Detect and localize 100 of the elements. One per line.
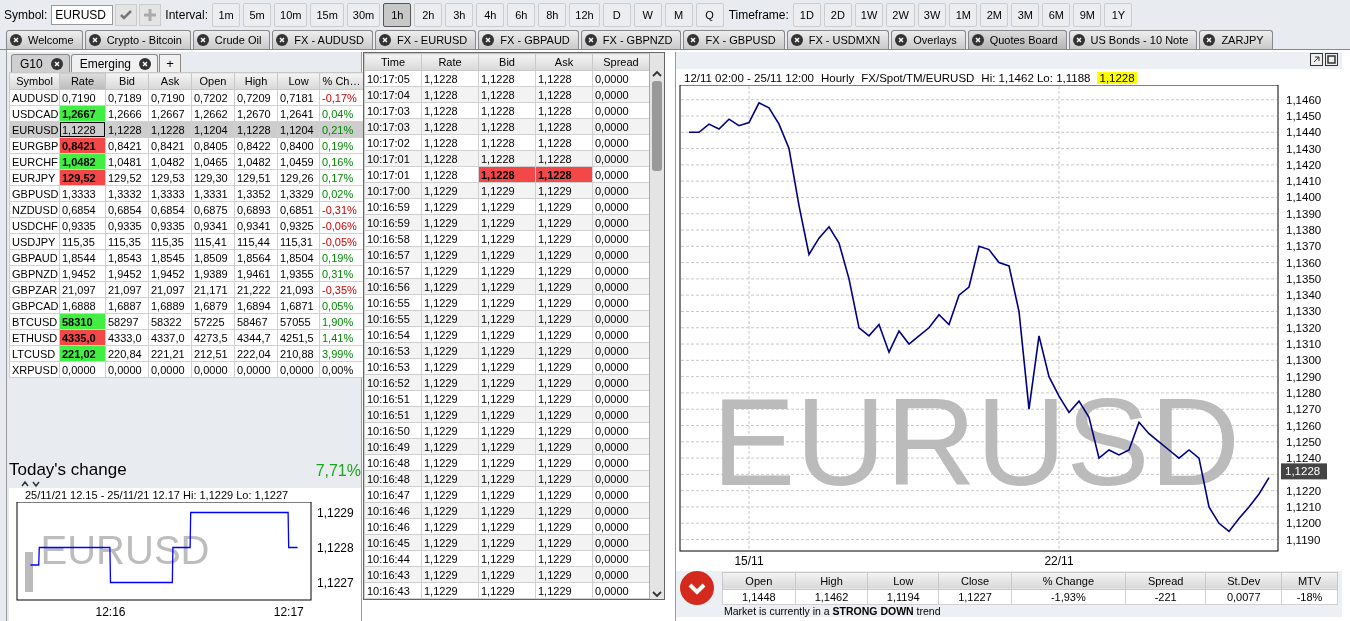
interval-button[interactable]: 3h — [445, 2, 474, 27]
maximize-icon[interactable] — [1325, 53, 1338, 66]
column-header[interactable]: Bid — [105, 72, 149, 90]
table-cell: 212,51 — [191, 345, 235, 362]
interval-button[interactable]: 6h — [507, 2, 536, 27]
close-icon[interactable] — [88, 34, 101, 46]
add-tab-button[interactable]: + — [159, 54, 182, 72]
table-cell: 1,3333 — [148, 185, 192, 202]
interval-button[interactable]: M — [664, 2, 693, 27]
table-cell: 4273,5 — [191, 329, 235, 346]
interval-button[interactable]: 8h — [538, 2, 567, 27]
document-tab[interactable]: US Bonds - 10 Note — [1068, 30, 1198, 49]
table-cell: 0,0000 — [277, 361, 320, 378]
interval-button[interactable]: 12h — [569, 2, 600, 27]
table-cell: 222,04 — [234, 345, 278, 362]
column-header[interactable]: Symbol — [9, 72, 60, 90]
close-icon[interactable] — [1072, 34, 1085, 46]
close-icon[interactable] — [584, 34, 597, 46]
timeframe-button[interactable]: 1W — [854, 2, 884, 27]
timeframe-button[interactable]: 3M — [1011, 2, 1040, 27]
close-icon[interactable] — [687, 34, 700, 46]
document-tab[interactable]: FX - GBPAUD — [478, 30, 579, 49]
table-cell: 1,1229 — [421, 486, 479, 503]
table-cell: 0,6875 — [191, 201, 235, 218]
interval-button[interactable]: 30m — [346, 2, 381, 27]
close-icon[interactable] — [482, 34, 495, 46]
close-icon[interactable] — [379, 34, 391, 46]
interval-button[interactable]: 2h — [414, 2, 443, 27]
document-tab[interactable]: FX - USDMXN — [786, 30, 890, 49]
interval-button[interactable]: 5m — [243, 2, 272, 27]
close-icon[interactable] — [50, 57, 63, 70]
confirm-button[interactable] — [115, 3, 138, 26]
document-tab[interactable]: Crude Oil — [192, 30, 271, 49]
axis-label: 1,1430 — [1286, 142, 1322, 155]
timeframe-button[interactable]: 1D — [792, 2, 821, 27]
column-header[interactable]: Spread — [592, 53, 650, 71]
close-icon[interactable] — [10, 34, 22, 46]
interval-button[interactable]: 1h — [383, 2, 412, 27]
board-tab[interactable]: Emerging — [70, 54, 159, 72]
column-header[interactable]: % Ch… — [319, 72, 364, 90]
table-cell: USDCHF — [9, 217, 60, 234]
table-cell: 0,9341 — [234, 217, 278, 234]
timeframe-button[interactable]: 1Y — [1104, 2, 1133, 27]
collapse-icon[interactable] — [21, 480, 43, 487]
column-header[interactable]: High — [234, 72, 278, 90]
interval-button[interactable]: Q — [695, 2, 724, 27]
column-header[interactable]: Ask — [535, 53, 593, 71]
document-tab[interactable]: ZARJPY — [1199, 30, 1273, 49]
column-header[interactable]: Rate — [421, 53, 479, 71]
tab-label: ZARJPY — [1221, 34, 1264, 46]
timeframe-button[interactable]: 2M — [980, 2, 1009, 27]
timeframe-button[interactable]: 9M — [1073, 2, 1102, 27]
chevron-down-icon[interactable] — [680, 571, 714, 605]
close-icon[interactable] — [196, 34, 209, 46]
timeframe-button[interactable]: 2W — [886, 2, 915, 27]
column-header[interactable]: Bid — [478, 53, 536, 71]
axis-label: 1,1240 — [1286, 452, 1322, 465]
window-icon[interactable] — [1310, 53, 1323, 66]
interval-button[interactable]: 10m — [274, 2, 308, 27]
board-tab[interactable]: G10 — [11, 54, 70, 72]
timeframe-button[interactable]: 2D — [823, 2, 852, 27]
document-tab[interactable]: Crypto - Bitcoin — [84, 30, 191, 49]
document-tab[interactable]: Quotes Board — [967, 30, 1067, 49]
scroll-up-icon[interactable] — [651, 69, 663, 79]
close-icon[interactable] — [276, 34, 289, 46]
interval-button[interactable]: W — [633, 2, 662, 27]
document-tab[interactable]: FX - EURUSD — [375, 30, 477, 49]
scroll-down-icon[interactable] — [651, 589, 663, 599]
column-header[interactable]: Ask — [148, 72, 192, 90]
scrollbar[interactable] — [649, 53, 664, 599]
document-tab[interactable]: Welcome — [6, 30, 83, 49]
table-cell: 0,9325 — [277, 217, 320, 234]
timeframe-button[interactable]: 6M — [1042, 2, 1071, 27]
interval-button[interactable]: 4h — [476, 2, 505, 27]
document-tab[interactable]: Overlays — [891, 30, 966, 49]
table-cell: 1,8564 — [234, 249, 278, 266]
scrollbar-thumb[interactable] — [652, 81, 662, 171]
close-icon[interactable] — [139, 57, 152, 70]
axis-label: 1,1320 — [1286, 321, 1322, 334]
column-header[interactable]: Open — [191, 72, 235, 90]
table-cell: 1,1229 — [535, 422, 593, 439]
close-icon[interactable] — [1203, 34, 1216, 46]
interval-button[interactable]: D — [602, 2, 631, 27]
interval-button[interactable]: 1m — [212, 2, 241, 27]
document-tab[interactable]: FX - AUDUSD — [272, 30, 373, 49]
document-tab[interactable]: FX - GBPUSD — [683, 30, 785, 49]
close-icon[interactable] — [895, 34, 908, 46]
table-cell: 1,0482 — [148, 153, 192, 170]
timeframe-button[interactable]: 3W — [917, 2, 947, 27]
close-icon[interactable] — [790, 34, 803, 46]
close-icon[interactable] — [971, 34, 984, 46]
symbol-field[interactable]: EURUSD — [51, 4, 114, 25]
column-header[interactable]: Low — [277, 72, 320, 90]
interval-button[interactable]: 15m — [310, 2, 344, 27]
document-tab[interactable]: FX - GBPNZD — [580, 30, 682, 49]
column-header[interactable]: Time — [364, 53, 422, 71]
axis-label: 1,1200 — [1286, 517, 1322, 530]
table-cell: 0,6854 — [59, 201, 106, 218]
column-header[interactable]: Rate — [59, 72, 106, 90]
timeframe-button[interactable]: 1M — [949, 2, 978, 27]
